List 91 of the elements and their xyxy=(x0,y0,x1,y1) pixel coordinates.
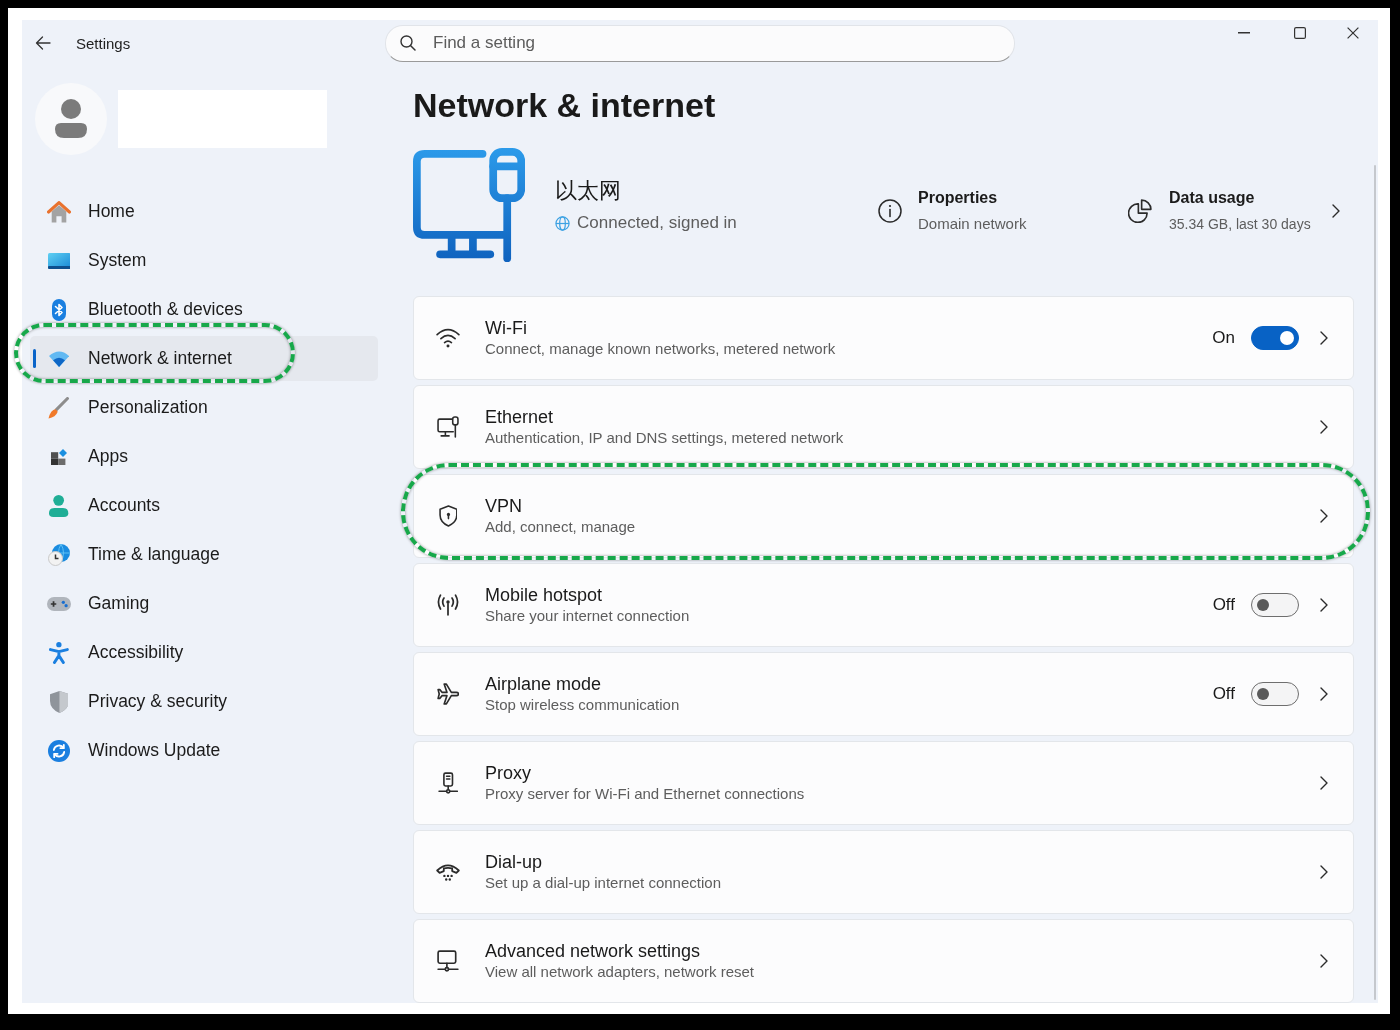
search-icon xyxy=(400,34,416,51)
sidebar-item[interactable]: Accessibility xyxy=(30,630,378,675)
properties-link[interactable]: Properties Domain network xyxy=(878,188,1128,234)
sidebar-item[interactable]: System xyxy=(30,238,378,283)
device-stand-icon xyxy=(437,772,459,794)
setting-description: Stop wireless communication xyxy=(485,695,681,715)
sidebar-item[interactable]: Privacy & security xyxy=(30,679,378,724)
gamepad-icon xyxy=(47,595,71,612)
sidebar-item[interactable]: Bluetooth & devices xyxy=(30,287,378,332)
sidebar-item[interactable]: Apps xyxy=(30,434,378,479)
antenna-icon xyxy=(437,594,459,616)
sidebar-item[interactable]: Home xyxy=(30,189,378,234)
settings-row[interactable]: Wi-Fi Connect, manage known networks, metered network On xyxy=(413,296,1354,380)
paintbrush-icon xyxy=(48,396,70,419)
shield-keyhole-icon xyxy=(438,505,458,527)
toggle-state-label: Off xyxy=(1212,684,1235,704)
shield-icon xyxy=(49,690,69,713)
toggle-state-label: Off xyxy=(1212,595,1235,615)
chevron-icon xyxy=(1320,865,1328,879)
person-icon xyxy=(49,494,69,517)
settings-row[interactable]: Dial-up Set up a dial-up internet connection xyxy=(413,830,1354,914)
connection-name: 以太网 xyxy=(555,177,623,205)
scrollbar-thumb[interactable] xyxy=(1374,165,1376,1000)
properties-subtitle: Domain network xyxy=(918,214,1027,234)
setting-title: Advanced network settings xyxy=(485,940,702,962)
info-icon xyxy=(878,199,902,223)
globe-clock-icon xyxy=(48,543,70,566)
properties-title: Properties xyxy=(918,188,999,208)
setting-title: Airplane mode xyxy=(485,673,603,695)
bluetooth-icon xyxy=(52,298,66,321)
chevron-icon xyxy=(1320,776,1328,790)
back-arrow-icon xyxy=(35,36,51,50)
chevron-icon xyxy=(1320,598,1328,612)
data-usage-subtitle: 35.34 GB, last 30 days xyxy=(1169,215,1312,234)
monitor-icon xyxy=(47,252,71,269)
setting-title: Proxy xyxy=(485,762,532,784)
globe-icon xyxy=(555,215,571,231)
chevron-icon xyxy=(1320,420,1328,434)
settings-row[interactable]: Advanced network settings View all network adapters, network reset xyxy=(413,919,1354,1003)
setting-description: Share your internet connection xyxy=(485,606,691,626)
setting-title: VPN xyxy=(485,495,523,517)
toggle-switch[interactable] xyxy=(1251,593,1299,617)
toggle-switch[interactable] xyxy=(1251,682,1299,706)
sidebar-item[interactable]: Gaming xyxy=(30,581,378,626)
monitor-cable-icon xyxy=(437,416,459,438)
setting-description: Add, connect, manage xyxy=(485,517,637,537)
maximize-icon xyxy=(1294,27,1306,39)
sidebar-item[interactable]: Windows Update xyxy=(30,728,378,773)
apps-grid-icon xyxy=(51,448,67,465)
chevron-icon xyxy=(1320,687,1328,701)
setting-title: Ethernet xyxy=(485,406,555,428)
setting-description: View all network adapters, network reset xyxy=(485,962,756,982)
monitor-cable-icon xyxy=(413,148,526,262)
settings-row[interactable]: Mobile hotspot Share your internet connection Off xyxy=(413,563,1354,647)
chevron-icon xyxy=(1332,204,1340,218)
data-usage-link[interactable]: Data usage 35.34 GB, last 30 days xyxy=(1128,188,1354,234)
monitor-network-icon xyxy=(437,950,459,972)
avatar-icon xyxy=(35,83,107,155)
sidebar-item[interactable]: Personalization xyxy=(30,385,378,430)
setting-description: Connect, manage known networks, metered network xyxy=(485,339,837,359)
setting-description: Proxy server for Wi-Fi and Ethernet connections xyxy=(485,784,806,804)
data-usage-title: Data usage xyxy=(1169,188,1256,208)
close-icon xyxy=(1347,27,1359,39)
setting-description: Authentication, IP and DNS settings, metered network xyxy=(485,428,845,448)
minimize-icon xyxy=(1238,32,1250,34)
wifi-icon xyxy=(48,350,70,367)
window-title: Settings xyxy=(76,34,131,52)
setting-title: Dial-up xyxy=(485,851,544,873)
page-title: Network & internet xyxy=(413,85,717,125)
pie-chart-icon xyxy=(1128,199,1152,223)
settings-row[interactable]: Ethernet Authentication, IP and DNS settings, metered network xyxy=(413,385,1354,469)
accessibility-icon xyxy=(49,641,69,664)
setting-title: Mobile hotspot xyxy=(485,584,604,606)
selection-indicator xyxy=(33,349,36,368)
toggle-switch[interactable] xyxy=(1251,326,1299,350)
setting-description: Set up a dial-up internet connection xyxy=(485,873,722,893)
settings-row[interactable]: Proxy Proxy server for Wi-Fi and Ethernet connections xyxy=(413,741,1354,825)
sync-icon xyxy=(48,739,70,762)
toggle-state-label: On xyxy=(1212,328,1235,348)
chevron-icon xyxy=(1320,331,1328,345)
home-icon xyxy=(47,200,71,223)
sidebar-item[interactable]: Time & language xyxy=(30,532,378,577)
chevron-icon xyxy=(1320,954,1328,968)
wifi-signal-icon xyxy=(436,327,460,349)
setting-title: Wi-Fi xyxy=(485,317,528,339)
connection-status: Connected, signed in xyxy=(577,212,737,234)
settings-row[interactable]: Airplane mode Stop wireless communication Off xyxy=(413,652,1354,736)
search-field[interactable]: Find a setting xyxy=(385,24,1015,62)
airplane-icon xyxy=(436,683,460,705)
sidebar-item[interactable]: Accounts xyxy=(30,483,378,528)
chevron-icon xyxy=(1320,509,1328,523)
